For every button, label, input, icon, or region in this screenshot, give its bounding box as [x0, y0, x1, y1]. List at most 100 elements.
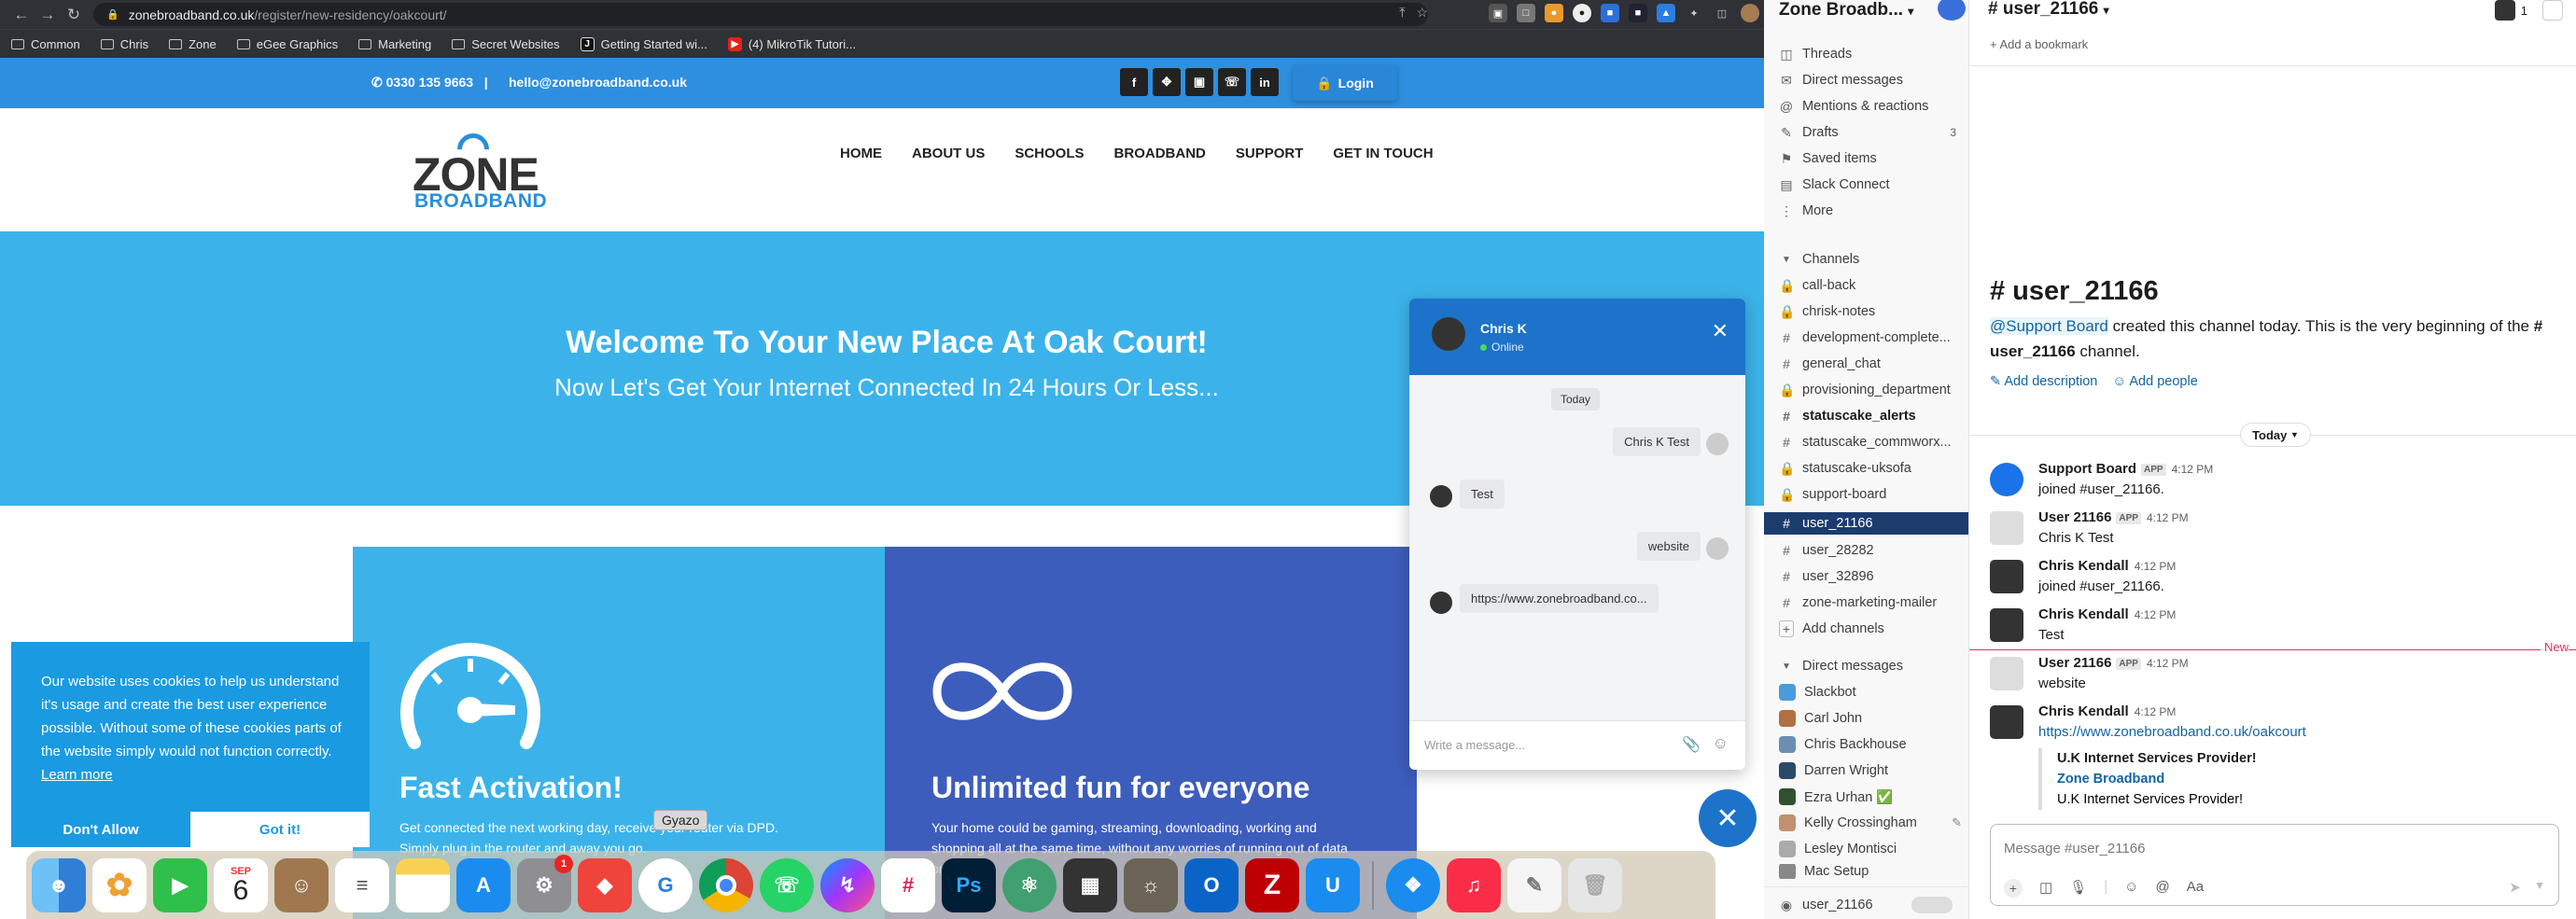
- nav-about-us[interactable]: ABOUT US: [912, 146, 985, 161]
- sidebar-slack-connect[interactable]: ▤ Slack Connect: [1779, 174, 1889, 196]
- avatar[interactable]: [1990, 608, 2023, 642]
- dm-slackbot[interactable]: Slackbot: [1779, 681, 1856, 703]
- outlook-icon[interactable]: O: [1184, 857, 1239, 912]
- extension-icon[interactable]: ●: [1573, 4, 1591, 22]
- bookmark-link[interactable]: J Getting Started wi...: [580, 36, 707, 51]
- mention-icon[interactable]: @: [2155, 879, 2169, 898]
- extension-icon[interactable]: □: [1517, 4, 1535, 22]
- bookmark-folder[interactable]: Marketing: [358, 37, 431, 51]
- login-button[interactable]: 🔒 Login: [1293, 65, 1397, 101]
- dm-darren-wright[interactable]: Darren Wright: [1779, 759, 1888, 782]
- channel-user-21166[interactable]: # user_21166: [1764, 512, 1968, 535]
- twitter-icon[interactable]: ✥: [1153, 68, 1181, 96]
- channel-user-28282[interactable]: # user_28282: [1779, 539, 1874, 562]
- site-logo[interactable]: ZONE BROADBAND: [411, 126, 560, 213]
- whatsapp-icon[interactable]: ☏: [760, 857, 814, 912]
- dm-carl-john[interactable]: Carl John: [1779, 707, 1862, 730]
- compose-button[interactable]: [1938, 0, 1966, 21]
- extension-icon[interactable]: ■: [1601, 4, 1619, 22]
- channel-provisioning-department[interactable]: 🔒 provisioning_department: [1779, 379, 1951, 401]
- sidebar-threads[interactable]: ◫ Threads: [1779, 43, 1852, 65]
- add-bookmark-button[interactable]: + Add a bookmark: [1990, 37, 2088, 51]
- nav-broadband[interactable]: BROADBAND: [1114, 146, 1206, 161]
- add-description-link[interactable]: ✎ Add description: [1990, 374, 2097, 389]
- bookmark-star-icon[interactable]: ☆: [1416, 5, 1428, 21]
- emoji-icon[interactable]: ☺: [2124, 879, 2138, 898]
- sidebar-direct-messages[interactable]: ✉ Direct messages: [1779, 69, 1903, 91]
- footer-channel[interactable]: ◉ user_21166: [1779, 894, 1873, 916]
- nav-support[interactable]: SUPPORT: [1236, 146, 1304, 161]
- avatar[interactable]: [1990, 511, 2023, 545]
- emoji-icon[interactable]: ☺: [1713, 734, 1729, 753]
- chat-toggle-button[interactable]: ✕: [1699, 789, 1757, 847]
- agent-message[interactable]: https://www.zonebroadband.co...: [1460, 584, 1659, 613]
- attachment-icon[interactable]: 📎: [1682, 735, 1701, 754]
- atom-icon[interactable]: ⚛: [1002, 857, 1057, 912]
- microphone-icon[interactable]: 🎙: [2069, 879, 2087, 898]
- dm-kelly-crossingham[interactable]: Kelly Crossingham ✎: [1779, 812, 1962, 834]
- dont-allow-button[interactable]: Don't Allow: [11, 812, 190, 847]
- extension-icon[interactable]: ■: [1629, 4, 1647, 22]
- video-icon[interactable]: ◫: [2039, 879, 2052, 898]
- forward-icon[interactable]: →: [37, 5, 58, 25]
- whatsapp-icon[interactable]: ☏: [1218, 68, 1246, 96]
- sidebar-drafts[interactable]: ✎ Drafts 3: [1779, 121, 1956, 144]
- workspace-name[interactable]: Zone Broadb... ▾: [1779, 0, 1913, 21]
- music-icon[interactable]: ♫: [1447, 857, 1501, 912]
- avatar[interactable]: [1990, 463, 2023, 496]
- avatar[interactable]: [1990, 657, 2023, 690]
- instagram-icon[interactable]: ▣: [1185, 68, 1213, 96]
- email-link[interactable]: hello@zonebroadband.co.uk: [509, 75, 687, 90]
- slack-icon[interactable]: #: [881, 857, 935, 912]
- camera-extension-icon[interactable]: ▣: [1489, 4, 1507, 22]
- channels-header[interactable]: ▼ Channels: [1779, 248, 1859, 271]
- profile-avatar[interactable]: [1741, 4, 1759, 22]
- system-settings-icon[interactable]: ⚙ 1: [517, 854, 573, 912]
- channel-user-32896[interactable]: # user_32896: [1779, 565, 1874, 588]
- channel-statuscake-alerts[interactable]: # statuscake_alerts: [1779, 405, 1916, 427]
- nav-home[interactable]: HOME: [840, 146, 882, 161]
- details-icon[interactable]: [2542, 0, 2563, 21]
- puzzle-icon[interactable]: ✦: [1685, 4, 1703, 22]
- gyazo-icon[interactable]: G: [638, 857, 693, 912]
- messenger-icon[interactable]: ↯: [820, 857, 875, 912]
- channel-support-board[interactable]: 🔒 support-board: [1779, 483, 1886, 506]
- bookmark-folder[interactable]: Secret Websites: [452, 37, 560, 51]
- reminders-icon[interactable]: ≡: [335, 857, 389, 912]
- channel-general-chat[interactable]: # general_chat: [1779, 353, 1881, 375]
- avatar[interactable]: [1990, 705, 2023, 739]
- unifi-icon[interactable]: U: [1306, 857, 1360, 912]
- gimp-icon[interactable]: ☼: [1124, 857, 1178, 912]
- linkedin-icon[interactable]: in: [1251, 68, 1279, 96]
- avatar[interactable]: [1990, 560, 2023, 593]
- bookmark-folder[interactable]: eGee Graphics: [236, 37, 338, 51]
- add-channels[interactable]: + Add channels: [1779, 618, 1884, 640]
- date-separator[interactable]: Today ▼: [2240, 423, 2311, 447]
- share-icon[interactable]: ⤒: [1399, 5, 1405, 21]
- nav-schools[interactable]: SCHOOLS: [1015, 146, 1084, 161]
- photoshop-icon[interactable]: Ps: [942, 857, 996, 912]
- sidebar-mentions[interactable]: @ Mentions & reactions: [1779, 95, 1929, 118]
- channel-members[interactable]: 1: [2494, 0, 2563, 21]
- channel-chrisk-notes[interactable]: 🔒 chrisk-notes: [1779, 300, 1875, 323]
- plus-icon[interactable]: +: [2004, 879, 2023, 898]
- back-icon[interactable]: ←: [11, 5, 32, 25]
- dm-ezra-urhan[interactable]: Ezra Urhan ✅: [1779, 786, 1893, 808]
- safari-icon[interactable]: ❖: [1386, 857, 1440, 912]
- chevron-down-icon[interactable]: ▼: [2534, 879, 2545, 892]
- send-icon[interactable]: ➤: [2509, 879, 2521, 896]
- address-bar[interactable]: 🔒 zonebroadband.co.uk/register/new-resid…: [93, 3, 1428, 26]
- contacts-icon[interactable]: ☺: [274, 857, 329, 912]
- bookmark-folder[interactable]: Zone: [169, 37, 217, 51]
- add-people-link[interactable]: ☺ Add people: [2112, 374, 2197, 389]
- sidebar-icon[interactable]: ◫: [1713, 4, 1731, 22]
- mention[interactable]: @Support Board: [1990, 317, 2108, 335]
- channel-zone-marketing-mailer[interactable]: # zone-marketing-mailer: [1779, 592, 1937, 614]
- calendar-icon[interactable]: SEP 6: [214, 857, 268, 912]
- app-store-icon[interactable]: A: [456, 857, 511, 912]
- learn-more-link[interactable]: Learn more: [41, 767, 113, 783]
- filezilla-icon[interactable]: Z: [1245, 857, 1299, 912]
- got-it-button[interactable]: Got it!: [190, 812, 370, 847]
- chrome-icon[interactable]: [699, 857, 753, 912]
- bookmark-link[interactable]: ▶ (4) MikroTik Tutori...: [727, 36, 856, 51]
